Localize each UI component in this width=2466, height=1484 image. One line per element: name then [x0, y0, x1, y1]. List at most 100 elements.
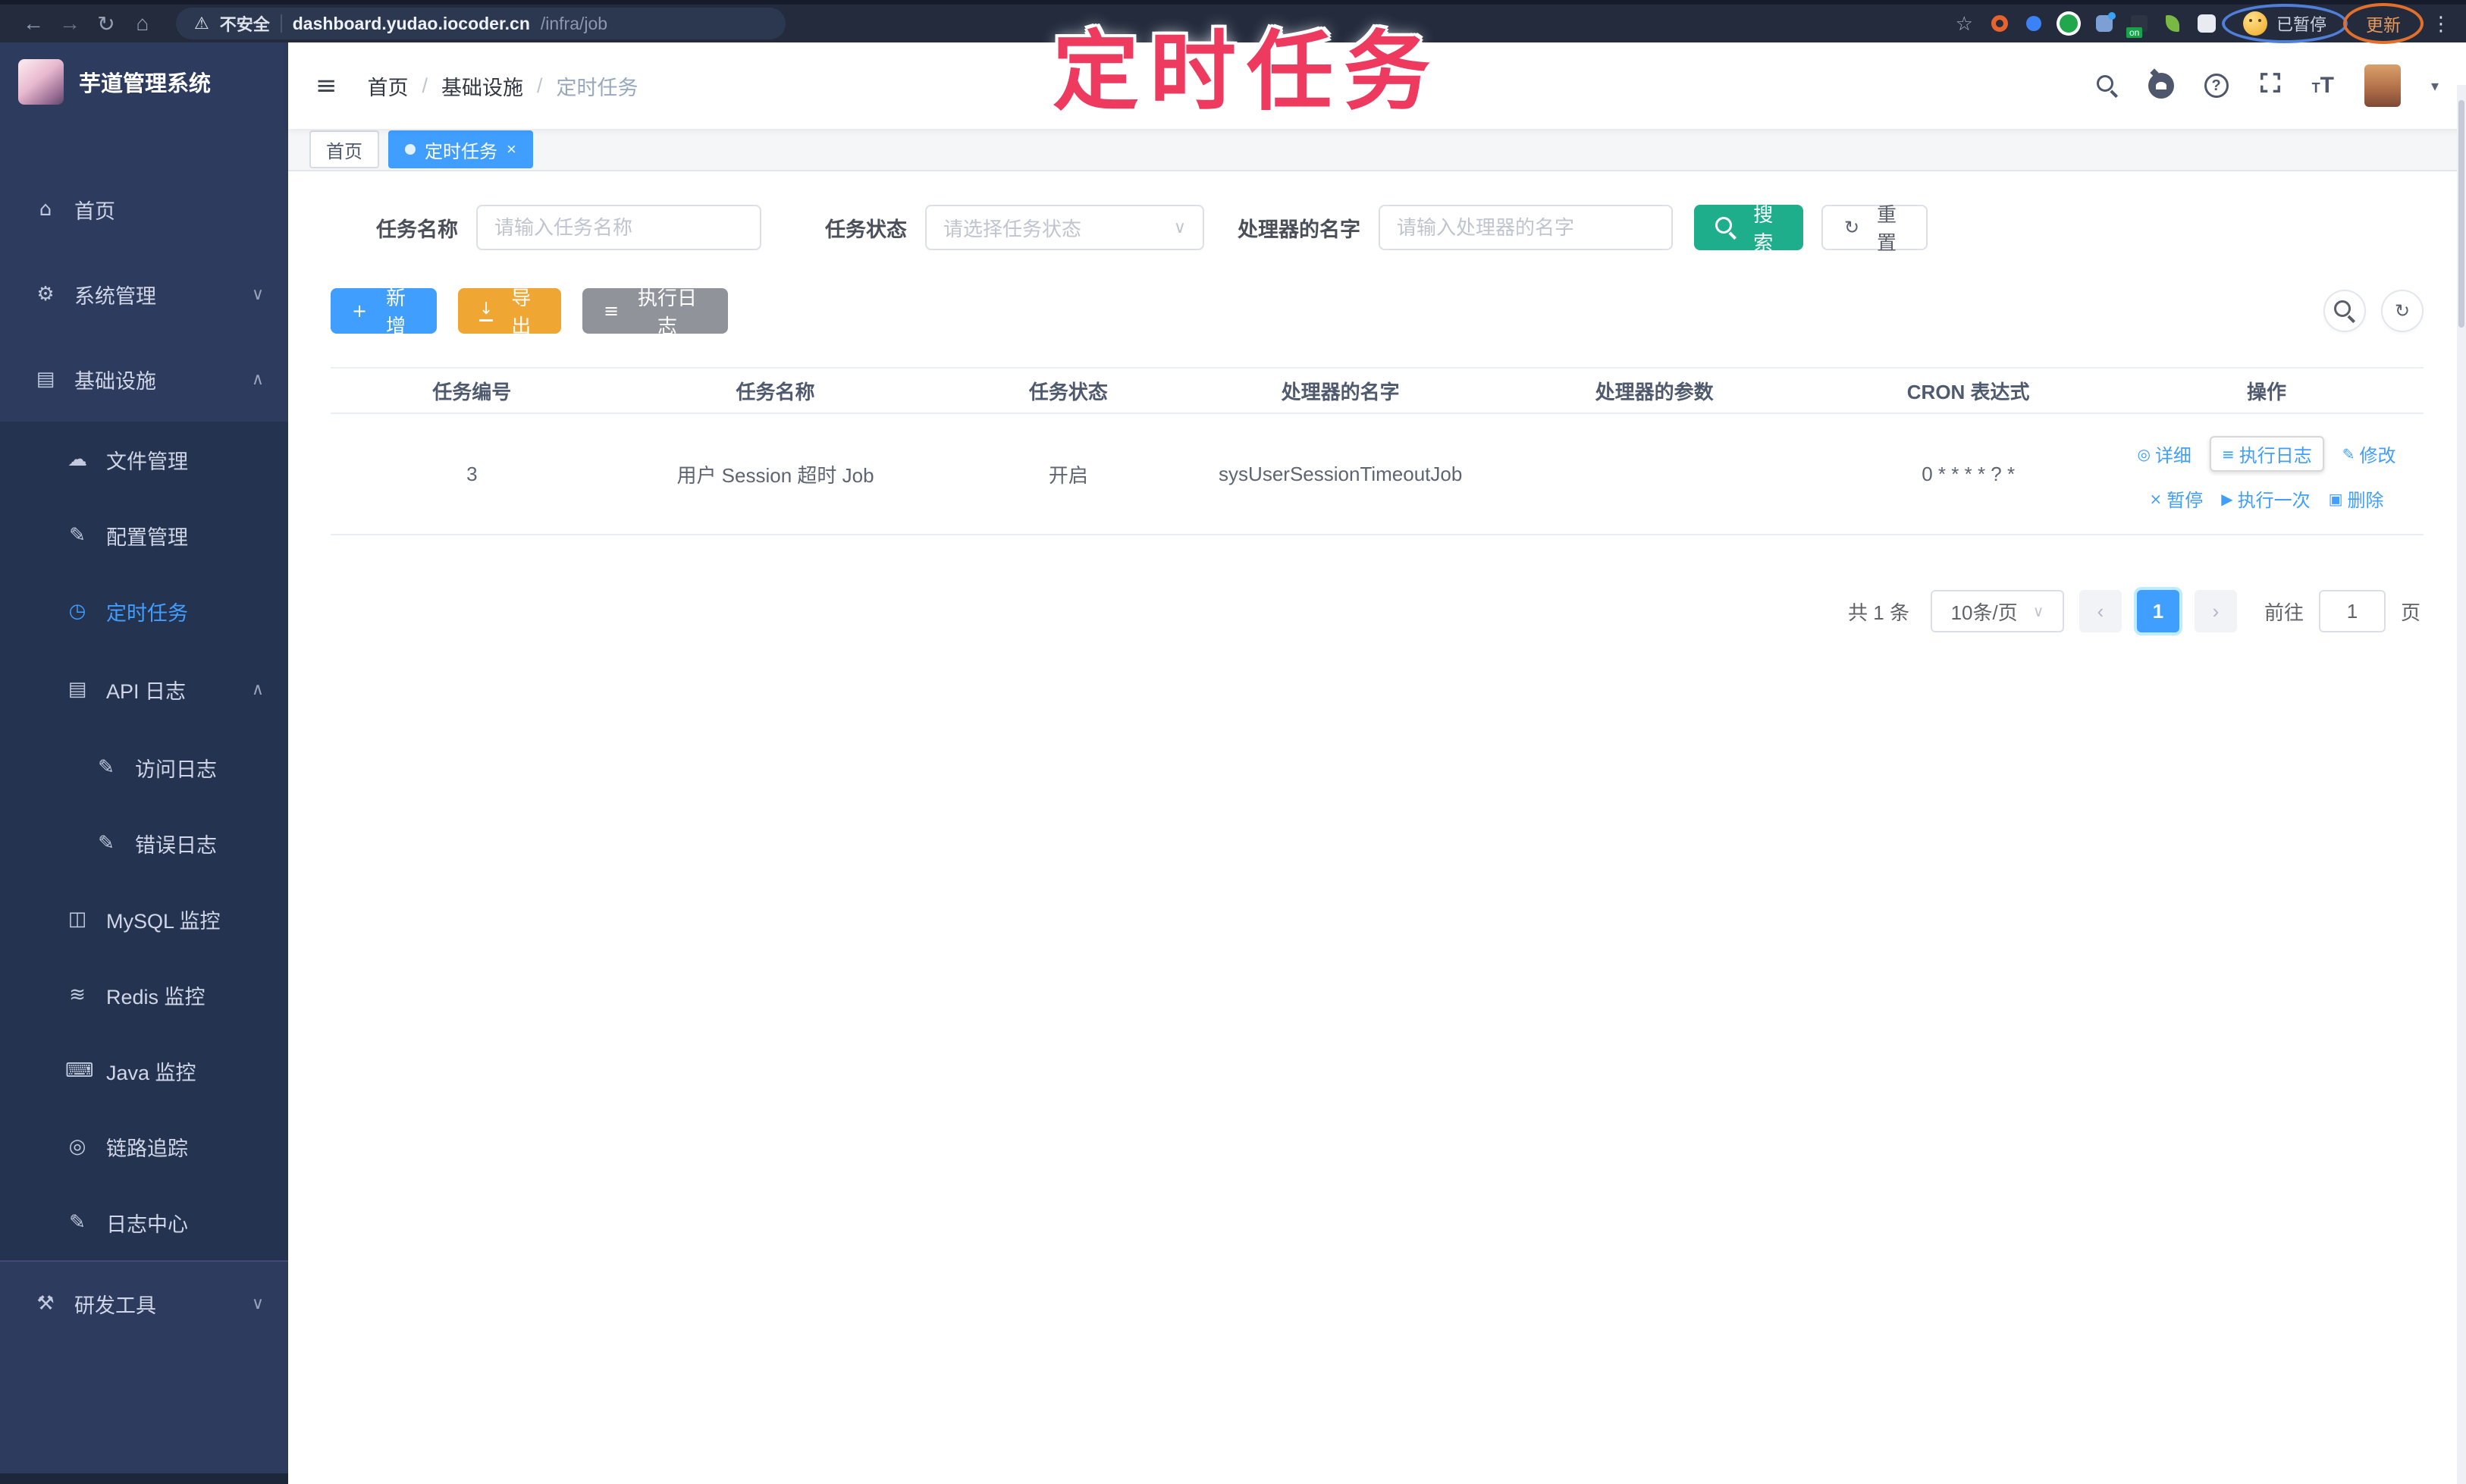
annotation-title: 定时任务 — [1053, 24, 1442, 121]
sidebar-item-config-mgmt[interactable]: ✎ 配置管理 — [0, 497, 288, 573]
extension-orange-icon[interactable] — [1991, 15, 2008, 32]
help-icon[interactable]: ? — [2204, 74, 2229, 98]
extension-dark-icon[interactable]: on — [2126, 15, 2148, 38]
tab-close-icon[interactable]: × — [507, 140, 516, 159]
tab-label: 定时任务 — [425, 141, 497, 162]
browser-menu-icon[interactable]: ⋮ — [2431, 12, 2451, 36]
sidebar-item-dev-tools[interactable]: ⚒ 研发工具 ∨ — [0, 1260, 288, 1345]
app-logo — [18, 59, 64, 105]
search-button[interactable]: 搜索 — [1694, 203, 1803, 254]
list-icon: ≡ — [2221, 444, 2235, 463]
avatar-dropdown-caret-icon[interactable]: ▾ — [2431, 77, 2439, 95]
col-handler-name: 处理器的名字 — [1199, 367, 1482, 414]
sidebar-item-label: 基础设施 — [74, 369, 156, 393]
extensions-menu-icon[interactable] — [2197, 14, 2216, 33]
user-avatar[interactable] — [2364, 64, 2401, 107]
cloud-icon: ☁ — [67, 448, 87, 471]
sidebar-item-label: 访问日志 — [135, 758, 217, 781]
sidebar-item-access-logs[interactable]: ✎ 访问日志 — [0, 729, 288, 805]
trace-icon: ◎ — [68, 1135, 86, 1158]
extension-blue-icon[interactable] — [2025, 16, 2041, 31]
add-button[interactable]: + 新增 — [331, 287, 437, 337]
toggle-search-button[interactable] — [2323, 290, 2366, 332]
reset-button[interactable]: ↻ 重置 — [1821, 203, 1928, 254]
sidebar-item-java-monitor[interactable]: ⌨ Java 监控 — [0, 1033, 288, 1109]
browser-update-button[interactable]: 更新 — [2343, 3, 2424, 44]
app-title: 芋道管理系统 — [79, 72, 212, 96]
chevron-up-icon: ∧ — [251, 369, 264, 389]
run-once-link[interactable]: ▶ 执行一次 — [2221, 485, 2310, 512]
browser-profile-chip[interactable]: 已暂停 — [2221, 4, 2348, 43]
col-job-id: 任务编号 — [331, 367, 613, 414]
github-icon[interactable] — [2148, 73, 2174, 99]
table-toolbar: + 新增 ↓ 导出 ≡ 执行日志 ↻ — [331, 287, 2424, 337]
font-size-icon[interactable]: TT — [2312, 74, 2334, 97]
sidebar-item-home[interactable]: ⌂ 首页 — [0, 167, 288, 252]
col-handler-param: 处理器的参数 — [1481, 367, 1828, 414]
sidebar-item-infrastructure[interactable]: ▤ 基础设施 ∧ — [0, 337, 288, 422]
extension-on-badge: on — [2126, 27, 2143, 38]
pause-icon: × — [2149, 489, 2163, 508]
page-size-select[interactable]: 10条/页 ∨ — [1930, 590, 2064, 632]
sidebar-item-api-logs[interactable]: ▤ API 日志 ∧ — [0, 649, 288, 729]
sidebar-item-scheduled-jobs[interactable]: ◷ 定时任务 — [0, 573, 288, 649]
table-row: 3 用户 Session 超时 Job 开启 sysUserSessionTim… — [331, 413, 2424, 535]
extension-puzzle-blue-icon[interactable] — [2095, 12, 2116, 32]
fullscreen-icon[interactable] — [2259, 71, 2282, 100]
sidebar-item-log-center[interactable]: ✎ 日志中心 — [0, 1184, 288, 1260]
job-name-label: 任务名称 — [376, 218, 458, 241]
chevron-up-icon: ∧ — [251, 679, 264, 699]
cell-job-id: 3 — [331, 413, 613, 535]
extension-leaf-icon[interactable] — [2165, 15, 2179, 32]
sidebar-item-mysql-monitor[interactable]: ◫ MySQL 监控 — [0, 881, 288, 957]
job-name-input[interactable] — [476, 205, 761, 250]
sidebar-item-trace[interactable]: ◎ 链路追踪 — [0, 1109, 288, 1184]
mysql-icon: ◫ — [67, 908, 87, 930]
page-scrollbar[interactable] — [2457, 85, 2466, 1484]
bookmark-star-icon[interactable]: ☆ — [1956, 12, 1973, 36]
browser-forward-icon[interactable]: → — [52, 11, 88, 36]
search-icon[interactable] — [2096, 75, 2118, 96]
goto-page-input[interactable] — [2318, 590, 2386, 632]
pause-link[interactable]: × 暂停 — [2149, 485, 2203, 512]
sidebar-item-label: 文件管理 — [106, 450, 188, 473]
tab-scheduled-jobs[interactable]: 定时任务 × — [388, 130, 533, 168]
tools-icon: ⚒ — [36, 1292, 55, 1315]
sidebar-item-file-mgmt[interactable]: ☁ 文件管理 — [0, 422, 288, 497]
access-log-icon: ✎ — [98, 756, 115, 779]
breadcrumb-home[interactable]: 首页 — [368, 71, 409, 101]
execution-log-button[interactable]: ≡ 执行日志 — [582, 287, 728, 337]
delete-link[interactable]: ▣ 删除 — [2329, 485, 2384, 512]
sidebar-menu: ⌂ 首页 ⚙ 系统管理 ∨ ▤ 基础设施 ∧ ☁ 文件管理 ✎ 配置管理 ◷ 定… — [0, 167, 288, 1345]
job-log-link[interactable]: ≡ 执行日志 — [2209, 436, 2324, 472]
sidebar-collapse-icon[interactable]: ≡ — [315, 71, 337, 101]
sidebar-item-label: 系统管理 — [74, 284, 156, 308]
edit-link[interactable]: ✎ 修改 — [2342, 441, 2396, 467]
page-1-button[interactable]: 1 — [2136, 590, 2179, 632]
sidebar-item-error-logs[interactable]: ✎ 错误日志 — [0, 805, 288, 881]
next-page-button[interactable]: › — [2194, 590, 2237, 632]
extension-green-icon[interactable] — [2059, 14, 2078, 33]
breadcrumb-infrastructure[interactable]: 基础设施 — [441, 71, 523, 101]
handler-name-input[interactable] — [1379, 205, 1673, 250]
detail-link[interactable]: ◎ 详细 — [2137, 441, 2191, 467]
address-bar[interactable]: ⚠ 不安全 dashboard.yudao.iocoder.cn /infra/… — [176, 8, 786, 39]
sidebar-item-system-mgmt[interactable]: ⚙ 系统管理 ∨ — [0, 252, 288, 337]
job-status-select[interactable]: 请选择任务状态 ∨ — [925, 205, 1204, 250]
scrollbar-thumb[interactable] — [2458, 100, 2464, 328]
browser-home-icon[interactable]: ⌂ — [124, 11, 161, 36]
pagination: 共 1 条 10条/页 ∨ ‹ 1 › 前往 页 — [331, 590, 2424, 632]
export-button[interactable]: ↓ 导出 — [458, 287, 561, 337]
browser-back-icon[interactable]: ← — [15, 11, 52, 36]
job-status-placeholder: 请选择任务状态 — [943, 217, 1082, 240]
tab-home[interactable]: 首页 — [309, 130, 379, 168]
sidebar-item-redis-monitor[interactable]: ≋ Redis 监控 — [0, 957, 288, 1033]
breadcrumb-current: 定时任务 — [556, 76, 638, 99]
prev-page-button[interactable]: ‹ — [2079, 590, 2122, 632]
app-logo-row[interactable]: 芋道管理系统 — [0, 42, 288, 121]
browser-reload-icon[interactable]: ↻ — [88, 11, 124, 36]
add-button-label: 新增 — [386, 287, 406, 337]
profile-emoji-avatar — [2242, 11, 2267, 36]
main-area: ≡ 首页 / 基础设施 / 定时任务 ? TT ▾ 首页 定时任务 × 任务名称… — [288, 42, 2466, 1484]
refresh-table-button[interactable]: ↻ — [2381, 290, 2424, 332]
